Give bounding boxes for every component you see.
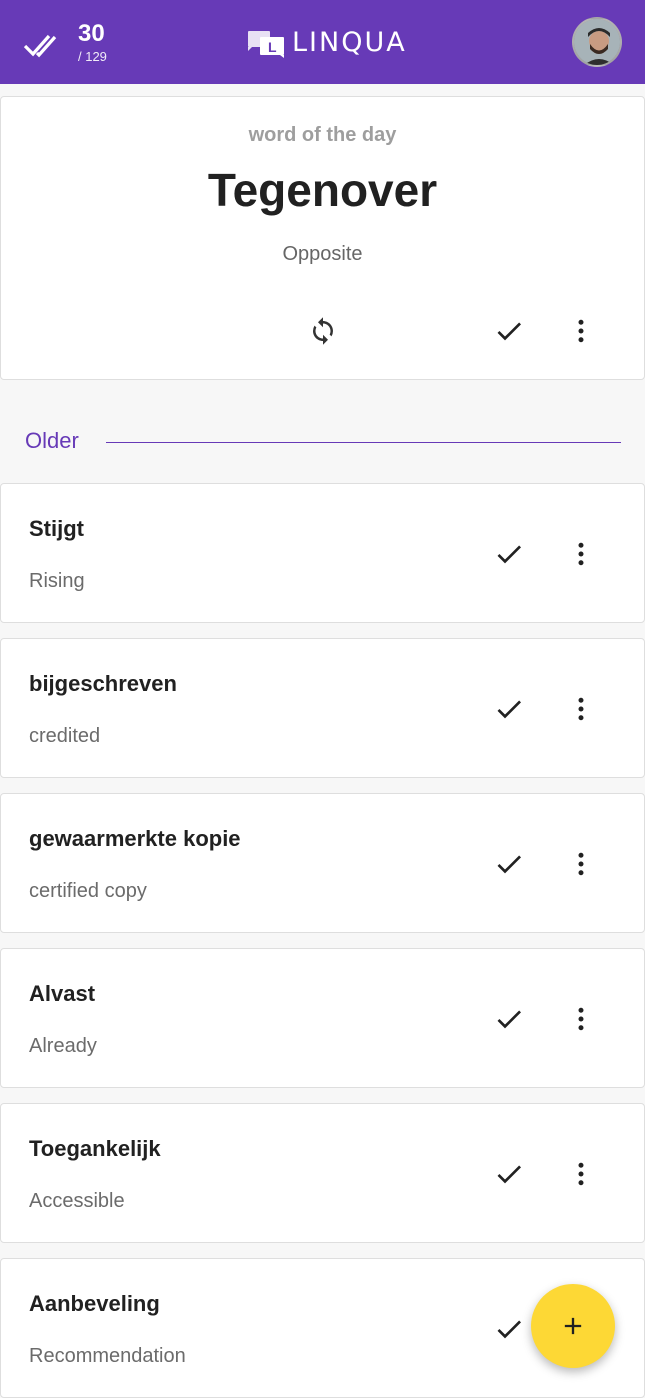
word-meaning: Accessible: [29, 1190, 125, 1212]
more-options-button[interactable]: [557, 840, 605, 888]
word-list-item[interactable]: Alvast Already: [0, 948, 645, 1088]
more-vert-icon: [578, 542, 584, 566]
word-of-the-day-term: Tegenover: [207, 164, 438, 216]
app-bar: 30 / 129 L LINQUA: [0, 0, 645, 84]
word-term: Alvast: [29, 981, 96, 1006]
more-vert-icon: [578, 319, 584, 343]
user-avatar-icon: [574, 19, 620, 65]
word-list-item[interactable]: gewaarmerkte kopie certified copy: [0, 793, 645, 933]
word-term: Toegankelijk: [29, 1136, 161, 1161]
refresh-button[interactable]: [299, 307, 347, 355]
more-vert-icon: [578, 1007, 584, 1031]
word-of-the-day-kicker: word of the day: [248, 124, 397, 146]
word-of-the-day-translation: Opposite: [282, 243, 363, 265]
word-meaning: credited: [29, 725, 101, 747]
word-meaning: Recommendation: [29, 1345, 186, 1367]
word-term: Stijgt: [29, 516, 84, 541]
mark-learned-button[interactable]: [485, 1305, 533, 1353]
check-icon: [497, 700, 521, 719]
word-list-item[interactable]: bijgeschreven credited: [0, 638, 645, 778]
section-divider: [106, 442, 621, 443]
more-options-button[interactable]: [557, 685, 605, 733]
progress-counter: 30 / 129: [24, 18, 144, 66]
check-icon: [497, 855, 521, 874]
mark-learned-button[interactable]: [485, 685, 533, 733]
word-meaning: certified copy: [29, 880, 147, 902]
add-word-button[interactable]: [531, 1284, 615, 1368]
more-vert-icon: [578, 1162, 584, 1186]
brand-logo: L LINQUA: [246, 24, 406, 60]
brand-name: LINQUA: [292, 27, 407, 58]
progress-count: 30: [78, 20, 105, 47]
check-icon: [497, 322, 521, 341]
section-label-older: Older: [25, 428, 79, 453]
svg-text:L: L: [268, 39, 277, 55]
more-vert-icon: [578, 697, 584, 721]
check-icon: [497, 1165, 521, 1184]
mark-learned-button[interactable]: [485, 307, 533, 355]
more-options-button[interactable]: [557, 1150, 605, 1198]
mark-learned-button[interactable]: [485, 1150, 533, 1198]
more-options-button[interactable]: [557, 530, 605, 578]
mark-learned-button[interactable]: [485, 995, 533, 1043]
refresh-icon: [313, 317, 333, 345]
linqua-logo-icon: L: [248, 31, 284, 58]
word-term: gewaarmerkte kopie: [29, 826, 241, 851]
check-icon: [497, 545, 521, 564]
mark-learned-button[interactable]: [485, 530, 533, 578]
avatar[interactable]: [572, 17, 622, 67]
word-term: Aanbeveling: [29, 1291, 160, 1316]
double-check-icon: [24, 34, 57, 58]
more-options-button[interactable]: [557, 307, 605, 355]
word-term: bijgeschreven: [29, 671, 177, 696]
word-meaning: Rising: [29, 570, 85, 592]
word-meaning: Already: [29, 1035, 97, 1057]
mark-learned-button[interactable]: [485, 840, 533, 888]
check-icon: [497, 1010, 521, 1029]
word-list-item[interactable]: Toegankelijk Accessible: [0, 1103, 645, 1243]
more-options-button[interactable]: [557, 995, 605, 1043]
word-list-item[interactable]: Stijgt Rising: [0, 483, 645, 623]
check-icon: [497, 1320, 521, 1339]
plus-icon: [564, 1317, 582, 1335]
progress-total: / 129: [78, 49, 107, 64]
word-of-the-day-card: word of the day Tegenover Opposite: [0, 96, 645, 380]
more-vert-icon: [578, 852, 584, 876]
